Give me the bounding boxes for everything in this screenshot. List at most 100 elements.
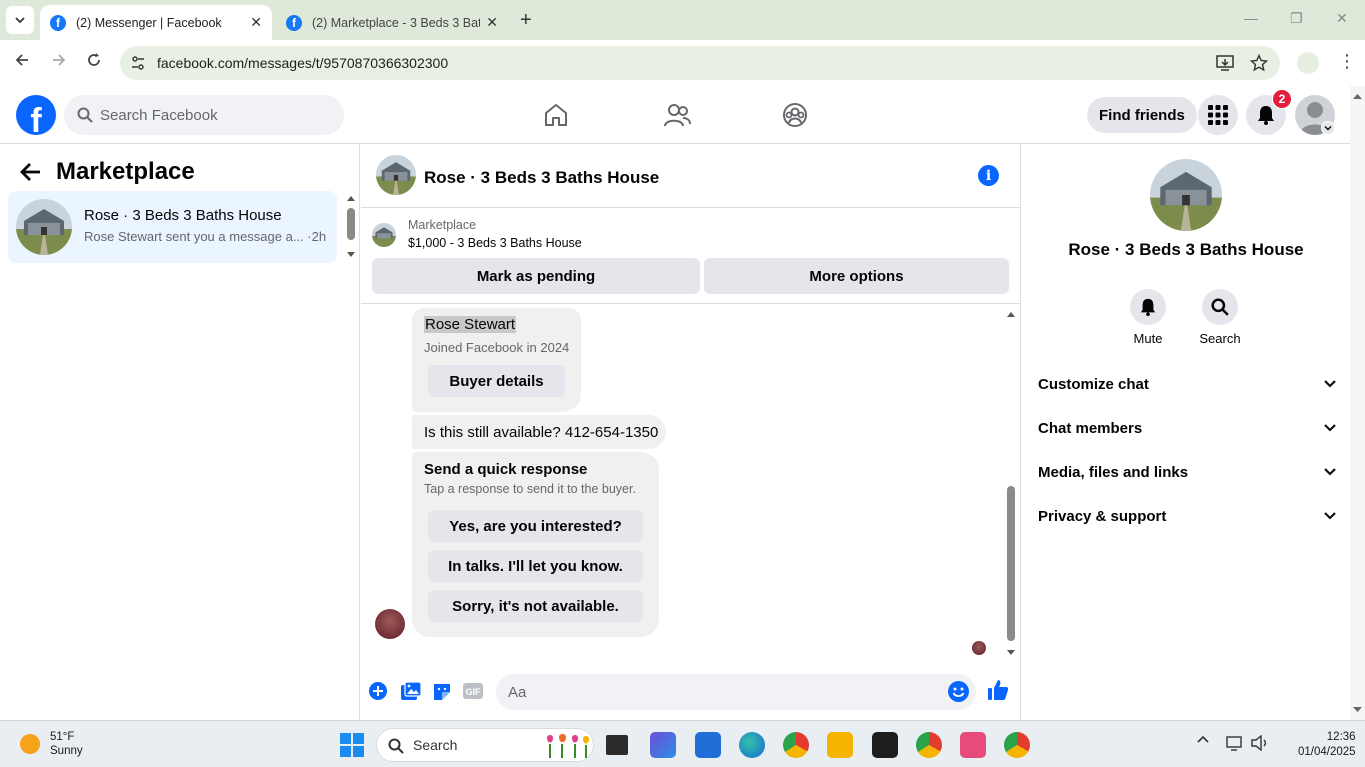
conversation-item[interactable]: Rose · 3 Beds 3 Baths House Rose Stewart… bbox=[8, 191, 337, 263]
windows-start-icon[interactable] bbox=[340, 733, 364, 757]
chrome-profile-icon[interactable] bbox=[1004, 732, 1030, 758]
chat-header: Rose · 3 Beds 3 Baths House i bbox=[361, 144, 1021, 208]
quick-response-button[interactable]: In talks. I'll let you know. bbox=[428, 550, 643, 582]
groups-icon[interactable] bbox=[782, 102, 808, 128]
quick-response-button[interactable]: Yes, are you interested? bbox=[428, 510, 643, 542]
info-title: Rose · 3 Beds 3 Baths House bbox=[1068, 240, 1304, 259]
site-settings-icon[interactable] bbox=[130, 55, 146, 71]
conversations-panel: Marketplace Rose · 3 Beds 3 Baths House … bbox=[0, 144, 360, 720]
close-tab-icon[interactable]: ✕ bbox=[486, 14, 498, 31]
snipping-tool-icon[interactable] bbox=[960, 732, 986, 758]
sticker-icon[interactable] bbox=[432, 682, 452, 700]
app-icon[interactable] bbox=[650, 732, 676, 758]
restore-icon[interactable]: ❐ bbox=[1290, 10, 1303, 27]
info-icon[interactable]: i bbox=[978, 165, 999, 186]
tulips-icon bbox=[543, 734, 591, 758]
search-conversation-button[interactable]: Search bbox=[1190, 289, 1250, 346]
thumbs-up-icon[interactable] bbox=[987, 679, 1009, 701]
house-thumbnail[interactable] bbox=[376, 155, 416, 195]
friends-icon[interactable] bbox=[663, 102, 691, 128]
file-explorer-icon[interactable] bbox=[827, 732, 853, 758]
volume-icon[interactable] bbox=[1251, 735, 1269, 751]
seen-avatar bbox=[972, 641, 986, 655]
bookmark-star-icon[interactable] bbox=[1250, 54, 1268, 72]
facebook-search-input[interactable]: Search Facebook bbox=[64, 95, 344, 135]
network-icon[interactable] bbox=[1226, 735, 1244, 751]
conversation-title: Rose · 3 Beds 3 Baths House bbox=[84, 207, 282, 224]
chat-info-panel: Rose · 3 Beds 3 Baths House Mute Search … bbox=[1022, 144, 1350, 720]
store-icon[interactable] bbox=[695, 732, 721, 758]
buyer-joined: Joined Facebook in 2024 bbox=[424, 340, 570, 355]
mute-label: Mute bbox=[1133, 331, 1163, 346]
find-friends-button[interactable]: Find friends bbox=[1087, 97, 1197, 133]
back-arrow-icon[interactable] bbox=[20, 162, 42, 182]
listing-price[interactable]: $1,000 - 3 Beds 3 Baths House bbox=[408, 236, 582, 250]
sticky-notes-icon[interactable] bbox=[872, 732, 898, 758]
chevron-down-icon bbox=[1324, 380, 1336, 388]
buyer-name[interactable]: Rose Stewart bbox=[424, 316, 517, 333]
browser-menu-icon[interactable]: ⋮ bbox=[1338, 51, 1356, 72]
chevron-down-icon[interactable] bbox=[1321, 121, 1335, 135]
address-bar-row: facebook.com/messages/t/9570870366302300… bbox=[0, 40, 1365, 86]
forward-icon[interactable] bbox=[51, 52, 67, 68]
quick-response-button[interactable]: Sorry, it's not available. bbox=[428, 590, 643, 622]
omnibox[interactable]: facebook.com/messages/t/9570870366302300 bbox=[120, 46, 1280, 80]
sender-avatar[interactable] bbox=[375, 609, 405, 639]
tab-search-button[interactable] bbox=[6, 6, 34, 34]
menu-grid-icon[interactable] bbox=[1198, 95, 1238, 135]
listing-thumbnail[interactable] bbox=[372, 223, 396, 247]
task-view-icon[interactable] bbox=[606, 735, 628, 755]
privacy-support-row[interactable]: Privacy & support bbox=[1038, 498, 1336, 534]
chevron-down-icon bbox=[15, 17, 25, 24]
minimize-icon[interactable]: — bbox=[1244, 10, 1258, 26]
gif-icon[interactable]: GIF bbox=[463, 682, 483, 700]
home-icon[interactable] bbox=[543, 102, 569, 128]
close-tab-icon[interactable]: ✕ bbox=[250, 14, 262, 31]
plus-circle-icon[interactable] bbox=[369, 682, 387, 700]
search-placeholder: Search Facebook bbox=[100, 106, 218, 124]
notification-badge: 2 bbox=[1272, 89, 1292, 109]
conversation-list-scrollbar[interactable] bbox=[346, 194, 356, 260]
tab-marketplace[interactable]: f (2) Marketplace - 3 Beds 3 Bath ✕ bbox=[276, 5, 508, 40]
message-bubble: Is this still available? 412-654-1350 bbox=[412, 415, 666, 449]
scrollbar-thumb[interactable] bbox=[1007, 486, 1015, 641]
weather-widget[interactable]: 51°F Sunny bbox=[20, 730, 83, 758]
tab-messenger[interactable]: f (2) Messenger | Facebook ✕ bbox=[40, 5, 272, 40]
facebook-logo-icon[interactable]: f bbox=[16, 95, 56, 135]
install-app-icon[interactable] bbox=[1216, 54, 1234, 72]
emoji-icon[interactable] bbox=[948, 681, 969, 702]
chrome-profile-icon[interactable] bbox=[916, 732, 942, 758]
windows-taskbar: 51°F Sunny Search 12:36 01/04/2025 bbox=[0, 720, 1365, 767]
chevron-down-icon bbox=[1324, 512, 1336, 520]
edge-icon[interactable] bbox=[739, 732, 765, 758]
quick-response-card: Send a quick response Tap a response to … bbox=[412, 452, 659, 637]
facebook-favicon-icon: f bbox=[286, 14, 302, 31]
chrome-icon[interactable] bbox=[783, 732, 809, 758]
weather-temp: 51°F bbox=[50, 731, 75, 743]
clock-time: 12:36 bbox=[1326, 731, 1356, 743]
media-files-links-row[interactable]: Media, files and links bbox=[1038, 454, 1336, 490]
chat-scrollbar[interactable] bbox=[1005, 308, 1017, 658]
chevron-up-icon[interactable] bbox=[1197, 735, 1209, 743]
reload-icon[interactable] bbox=[86, 52, 102, 68]
taskbar-search[interactable]: Search bbox=[376, 728, 594, 762]
system-clock[interactable]: 12:36 01/04/2025 bbox=[1298, 730, 1356, 760]
buyer-details-button[interactable]: Buyer details bbox=[428, 365, 565, 397]
mute-button[interactable]: Mute bbox=[1118, 289, 1178, 346]
message-input[interactable]: Aa bbox=[496, 674, 976, 710]
facebook-header: f Search Facebook Find friends bbox=[0, 86, 1350, 144]
search-icon bbox=[77, 107, 93, 123]
page-scrollbar[interactable] bbox=[1350, 86, 1365, 720]
more-options-button[interactable]: More options bbox=[704, 258, 1009, 294]
back-icon[interactable] bbox=[14, 52, 30, 68]
sun-icon bbox=[20, 734, 40, 754]
plus-icon[interactable]: + bbox=[520, 9, 532, 32]
close-window-icon[interactable]: ✕ bbox=[1336, 10, 1348, 27]
extension-icon[interactable] bbox=[1297, 52, 1319, 74]
mark-as-pending-button[interactable]: Mark as pending bbox=[372, 258, 700, 294]
photo-icon[interactable] bbox=[401, 682, 421, 700]
chat-members-row[interactable]: Chat members bbox=[1038, 410, 1336, 446]
customize-chat-row[interactable]: Customize chat bbox=[1038, 366, 1336, 402]
chat-title[interactable]: Rose · 3 Beds 3 Baths House bbox=[424, 168, 659, 188]
house-thumbnail[interactable] bbox=[1150, 159, 1222, 231]
